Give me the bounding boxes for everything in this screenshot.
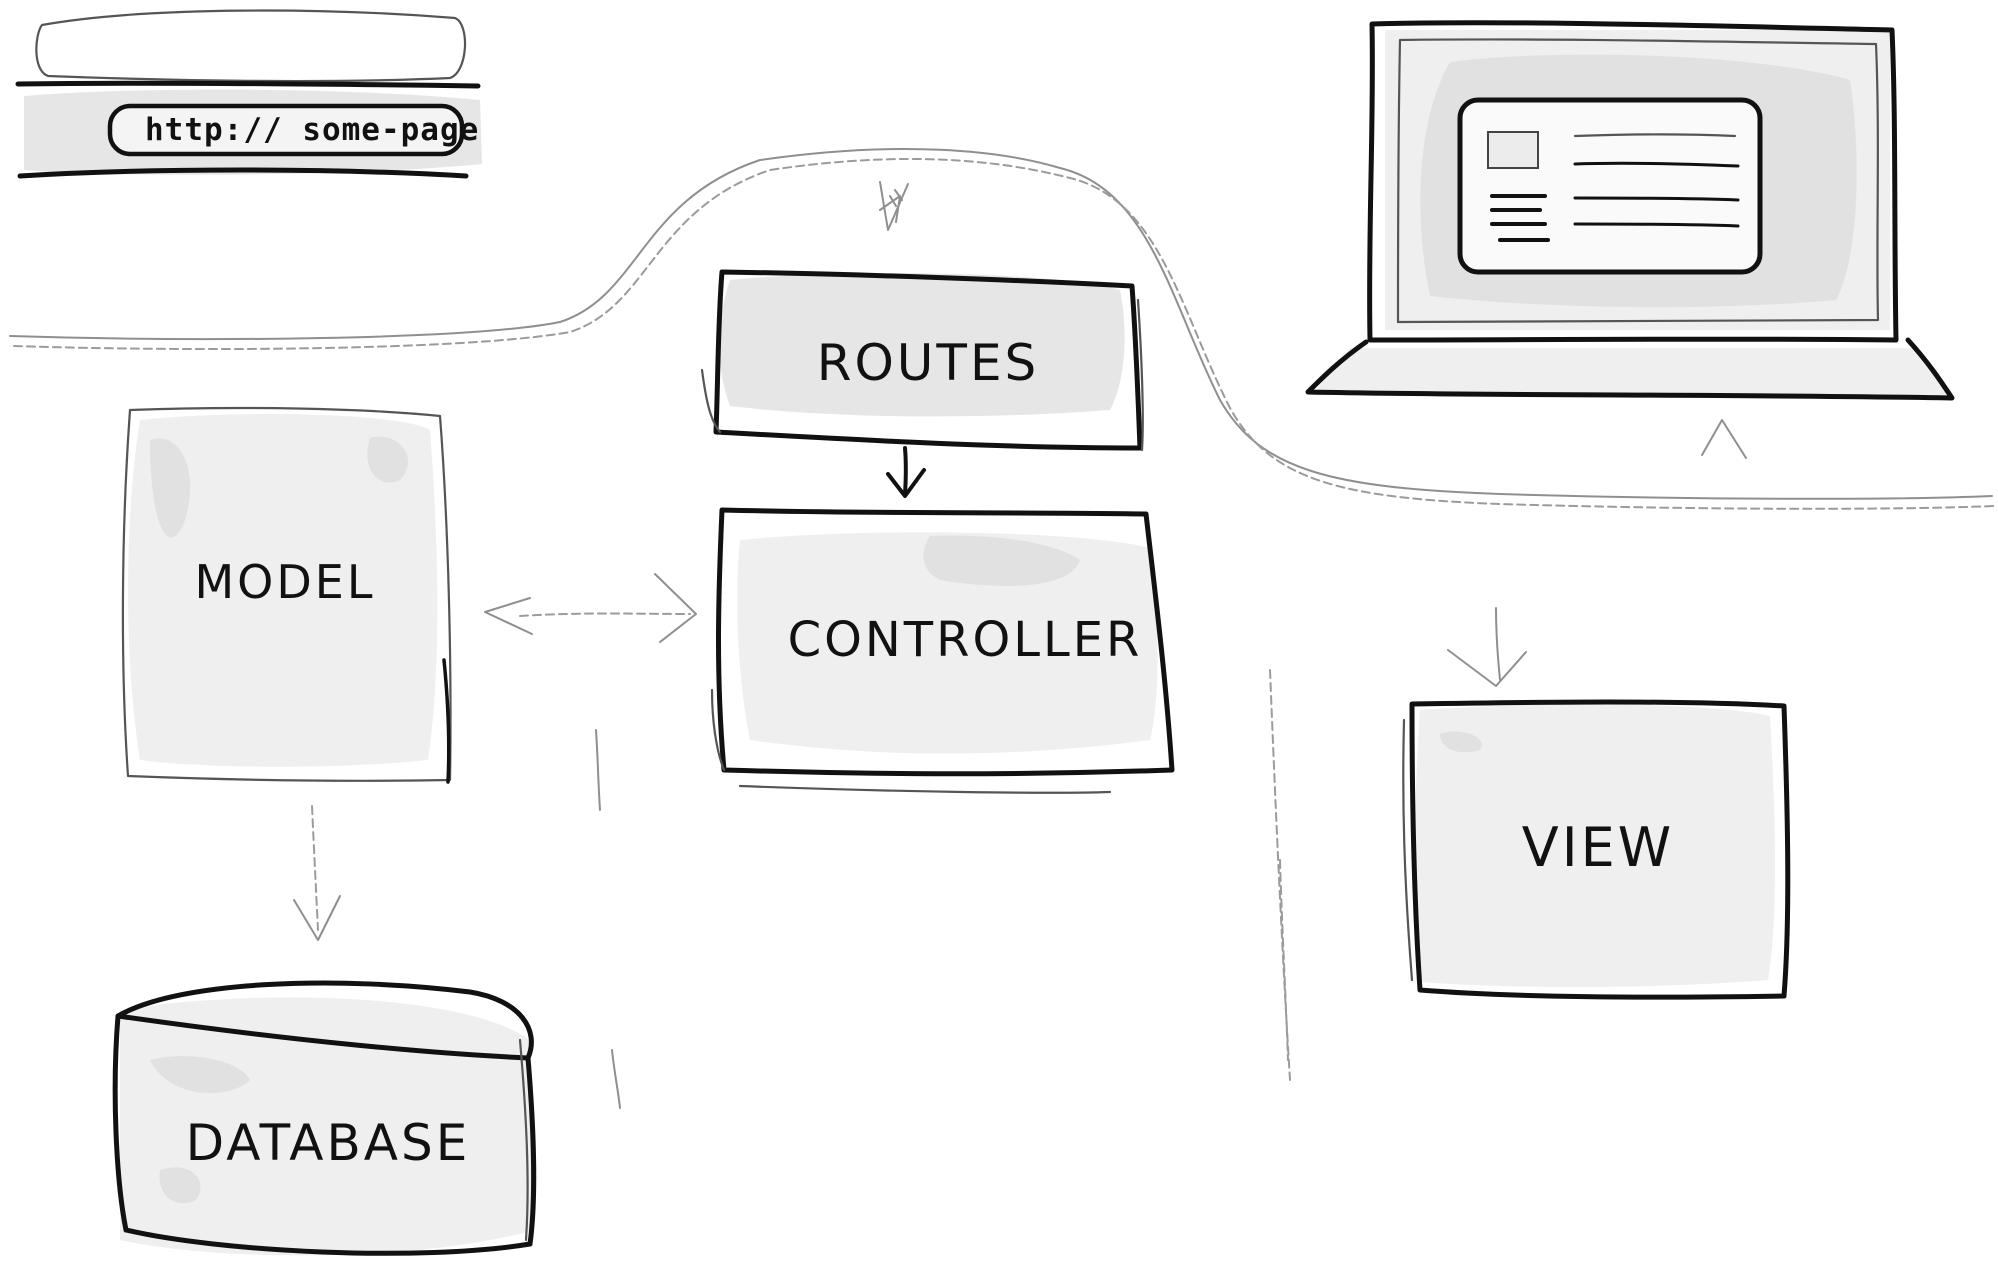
model-controller-connector [484,573,697,643]
mvc-diagram: http:// some-page ROUTES CONTROLLER MODE… [9,9,1995,1256]
url-text: http:// some-page [145,112,479,148]
laptop-icon [1305,20,1955,401]
controller-box: CONTROLLER [710,507,1175,794]
model-label: MODEL [194,555,375,609]
routes-box: ROUTES [700,269,1144,452]
controller-label: CONTROLLER [788,612,1143,668]
view-box: VIEW [1402,699,1791,1000]
browser-address-bar: http:// some-page [15,9,482,179]
routes-to-controller-arrow [886,446,926,498]
database-cylinder: DATABASE [112,980,537,1256]
routes-label: ROUTES [817,334,1040,392]
model-box: MODEL [121,406,452,784]
controller-view-connector [1447,607,1527,687]
view-label: VIEW [1522,816,1674,879]
database-label: DATABASE [186,1114,471,1172]
model-database-connector [293,805,341,941]
